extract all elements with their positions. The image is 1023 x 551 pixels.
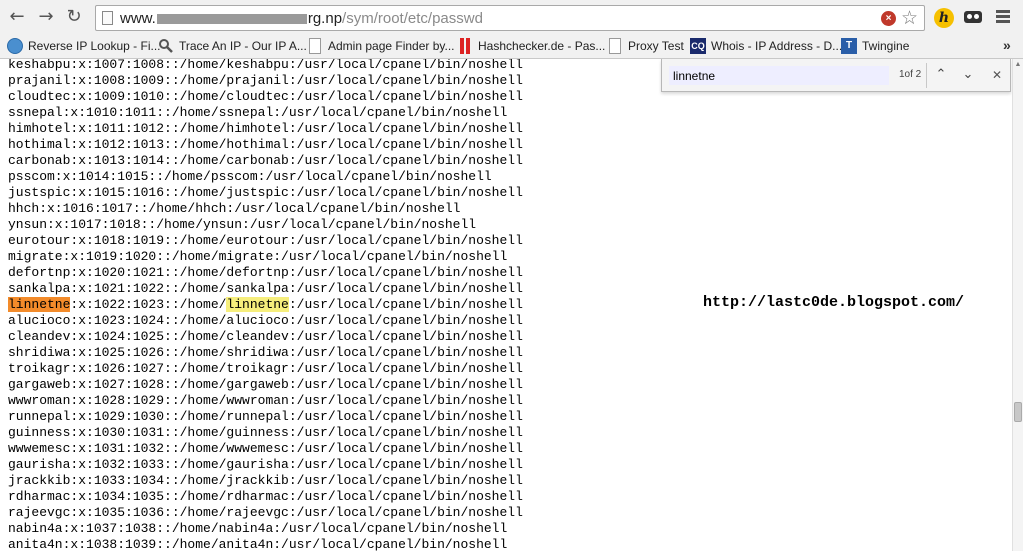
back-arrow-icon[interactable]: ←	[7, 7, 27, 27]
passwd-line: hhch:x:1016:1017::/home/hhch:/usr/local/…	[8, 201, 461, 216]
active-find-match: linnetne	[8, 297, 71, 312]
passwd-line: justspic:x:1015:1016::/home/justspic:/us…	[8, 185, 523, 200]
passwd-line: sankalpa:x:1021:1022::/home/sankalpa:/us…	[8, 281, 523, 296]
address-bar[interactable]: www. rg.np/sym/root/etc/passwd × ☆	[95, 5, 925, 31]
find-match: linnetne	[226, 297, 289, 312]
find-match-count: 1of 2	[899, 69, 922, 80]
passwd-line: migrate:x:1019:1020::/home/migrate:/usr/…	[8, 249, 508, 264]
bookmark-star-icon[interactable]: ☆	[901, 7, 918, 29]
incognito-mask-icon[interactable]	[964, 11, 982, 23]
watermark-url: http://lastc0de.blogspot.com/	[703, 294, 965, 311]
passwd-line: cloudtec:x:1009:1010::/home/cloudtec:/us…	[8, 89, 523, 104]
page-icon	[102, 11, 113, 25]
passwd-line: ynsun:x:1017:1018::/home/ynsun:/usr/loca…	[8, 217, 477, 232]
passwd-line: cleandev:x:1024:1025::/home/cleandev:/us…	[8, 329, 523, 344]
passwd-line: ssnepal:x:1010:1011::/home/ssnepal:/usr/…	[8, 105, 508, 120]
passwd-line: runnepal:x:1029:1030::/home/runnepal:/us…	[8, 409, 523, 424]
passwd-line: troikagr:x:1026:1027::/home/troikagr:/us…	[8, 361, 523, 376]
passwd-line: eurotour:x:1018:1019::/home/eurotour:/us…	[8, 233, 523, 248]
passwd-line: linnetne:x:1022:1023::/home/linnetne:/us…	[8, 297, 523, 312]
cq-icon: CQ	[690, 38, 706, 54]
passwd-line: keshabpu:x:1007:1008::/home/keshabpu:/us…	[8, 59, 523, 72]
blocked-icon[interactable]: ×	[881, 11, 896, 26]
page-icon	[309, 38, 321, 54]
passwd-line: guinness:x:1030:1031::/home/guinness:/us…	[8, 425, 523, 440]
vertical-scrollbar[interactable]: ▲	[1012, 59, 1023, 551]
passwd-line: rajeevgc:x:1035:1036::/home/rajeevgc:/us…	[8, 505, 523, 520]
page-icon	[609, 38, 621, 54]
passwd-line: jrackkib:x:1033:1034::/home/jrackkib:/us…	[8, 473, 523, 488]
passwd-line: gaurisha:x:1032:1033::/home/gaurisha:/us…	[8, 457, 523, 472]
bookmarks-bar: Reverse IP Lookup - Fi... Trace An IP - …	[0, 34, 1023, 59]
find-divider	[926, 63, 927, 88]
redacted-domain	[156, 14, 307, 25]
find-close-icon[interactable]: ✕	[987, 64, 1007, 86]
find-previous-button[interactable]: ⌃	[929, 64, 953, 86]
passwd-line: nabin4a:x:1037:1038::/home/nabin4a:/usr/…	[8, 521, 508, 536]
passwd-line: himhotel:x:1011:1012::/home/himhotel:/us…	[8, 121, 523, 136]
globe-icon	[7, 38, 23, 54]
url-text[interactable]: www. rg.np/sym/root/etc/passwd	[120, 10, 483, 27]
scroll-up-icon[interactable]: ▲	[1014, 61, 1022, 68]
passwd-line: rdharmac:x:1034:1035::/home/rdharmac:/us…	[8, 489, 523, 504]
passwd-line: wwwemesc:x:1031:1032::/home/wwwemesc:/us…	[8, 441, 523, 456]
passwd-line: psscom:x:1014:1015::/home/psscom:/usr/lo…	[8, 169, 492, 184]
bars-icon	[457, 38, 473, 54]
magnifier-icon	[158, 38, 174, 54]
browser-toolbar: ← → ↻ www. rg.np/sym/root/etc/passwd × ☆ …	[0, 0, 1023, 34]
bookmarks-overflow-button[interactable]: »	[1003, 37, 1011, 53]
passwd-line: prajanil:x:1008:1009::/home/prajanil:/us…	[8, 73, 523, 88]
twingine-icon: T	[841, 38, 857, 54]
passwd-line: gargaweb:x:1027:1028::/home/gargaweb:/us…	[8, 377, 523, 392]
passwd-line: wwwroman:x:1028:1029::/home/wwwroman:/us…	[8, 393, 523, 408]
passwd-line: alucioco:x:1023:1024::/home/alucioco:/us…	[8, 313, 523, 328]
page-content: keshabpu:x:1007:1008::/home/keshabpu:/us…	[0, 59, 1012, 551]
menu-icon[interactable]	[996, 10, 1010, 25]
forward-arrow-icon[interactable]: →	[36, 7, 56, 27]
passwd-line: defortnp:x:1020:1021::/home/defortnp:/us…	[8, 265, 523, 280]
passwd-file-text: keshabpu:x:1007:1008::/home/keshabpu:/us…	[8, 59, 523, 551]
find-bar: 1of 2 ⌃ ⌄ ✕	[661, 59, 1011, 92]
extension-h-icon[interactable]: h	[934, 8, 954, 28]
passwd-line: hothimal:x:1012:1013::/home/hothimal:/us…	[8, 137, 523, 152]
find-input[interactable]	[669, 66, 889, 85]
find-next-button[interactable]: ⌄	[956, 64, 980, 86]
reload-icon[interactable]: ↻	[64, 7, 84, 27]
passwd-line: anita4n:x:1038:1039::/home/anita4n:/usr/…	[8, 537, 508, 551]
passwd-line: carbonab:x:1013:1014::/home/carbonab:/us…	[8, 153, 523, 168]
scroll-thumb[interactable]	[1014, 402, 1022, 422]
passwd-line: shridiwa:x:1025:1026::/home/shridiwa:/us…	[8, 345, 523, 360]
